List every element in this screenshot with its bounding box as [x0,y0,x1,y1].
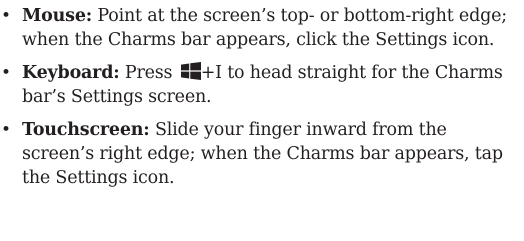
item-text: Point at the screen’s top- or bottom-rig… [22,6,507,50]
windows-logo-icon [180,62,201,80]
item-term: Keyboard: [22,63,120,83]
list-item-mouse: • Mouse: Point at the screen’s top- or b… [0,4,524,52]
item-term: Mouse: [22,6,93,26]
item-text-before-icon: Press [119,63,178,83]
list-item-touchscreen: • Touchscreen: Slide your finger inward … [0,118,524,190]
bullet-icon: • [1,6,11,26]
list-item-keyboard: • Keyboard: Press +I to head straight fo… [0,61,524,109]
instruction-list: • Mouse: Point at the screen’s top- or b… [0,0,524,190]
bullet-icon: • [1,63,11,83]
bullet-icon: • [1,120,11,140]
item-term: Touchscreen: [22,120,150,140]
